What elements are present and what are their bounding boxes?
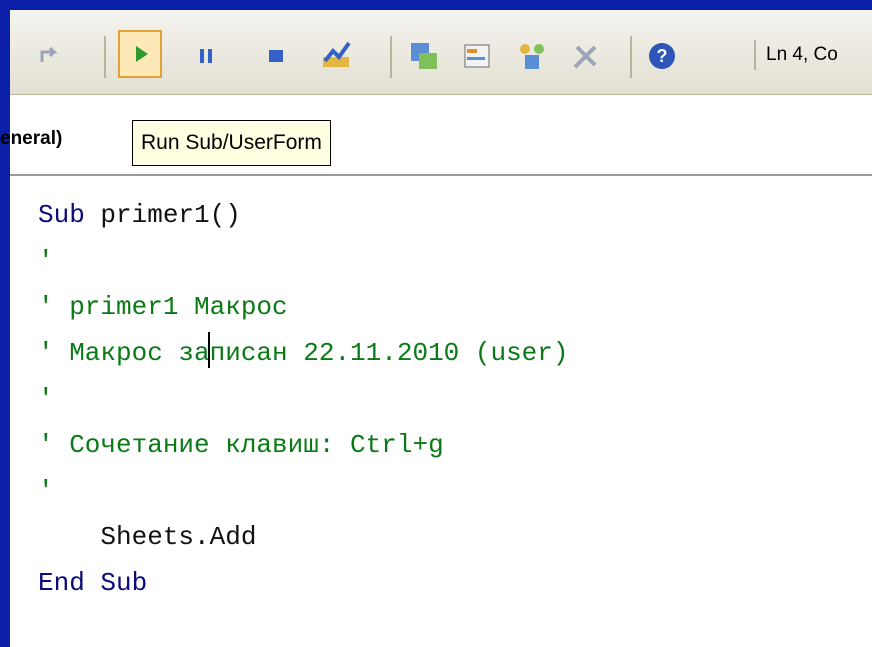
- code-line[interactable]: ' primer1 Макрос: [38, 284, 569, 330]
- comment-text: ' Сочетание клавиш: Ctrl+g: [38, 430, 444, 460]
- pause-icon: [200, 49, 212, 63]
- cursor-position-status: Ln 4, Co: [754, 40, 872, 70]
- toolbox-button[interactable]: [568, 38, 604, 74]
- svg-text:?: ?: [657, 46, 668, 66]
- code-line[interactable]: Sheets.Add: [38, 514, 569, 560]
- code-line[interactable]: ' Макрос записан 22.11.2010 (user): [38, 330, 569, 376]
- code-line[interactable]: ': [38, 238, 569, 284]
- comment-text: ': [38, 476, 54, 506]
- keyword-text: End Sub: [38, 568, 148, 598]
- comment-text: ': [38, 384, 54, 414]
- properties-icon: [464, 44, 490, 68]
- redo-button[interactable]: [32, 38, 68, 74]
- toolbar-separator: [630, 36, 632, 78]
- object-browser-icon: [520, 44, 544, 69]
- code-text: Sheets.Add: [38, 522, 257, 552]
- project-explorer-button[interactable]: [406, 38, 442, 74]
- reset-button[interactable]: [258, 38, 294, 74]
- title-bar: [10, 0, 872, 10]
- stop-icon: [269, 50, 283, 62]
- vba-editor-window: ? Ln 4, Co eneral) Run Sub/UserForm Sub …: [0, 0, 872, 647]
- text-caret: [208, 332, 210, 368]
- design-mode-button[interactable]: [318, 38, 354, 74]
- help-icon: ?: [649, 43, 675, 69]
- redo-icon: [40, 46, 58, 62]
- help-button[interactable]: ?: [644, 38, 680, 74]
- comment-text: ' primer1 Макрос: [38, 292, 288, 322]
- object-browser-button[interactable]: [514, 38, 550, 74]
- toolbox-icon: [573, 45, 597, 69]
- comment-text: ' Макрос записан 22.11.2010 (user): [38, 338, 569, 368]
- run-tooltip: Run Sub/UserForm: [132, 120, 331, 166]
- code-line[interactable]: ': [38, 376, 569, 422]
- code-line[interactable]: ' Сочетание клавиш: Ctrl+g: [38, 422, 569, 468]
- code-line[interactable]: End Sub: [38, 560, 569, 606]
- properties-window-button[interactable]: [460, 38, 496, 74]
- toolbar-separator: [104, 36, 106, 78]
- object-dropdown[interactable]: eneral): [0, 128, 62, 150]
- object-procedure-bar: eneral) Run Sub/UserForm: [0, 108, 872, 176]
- design-mode-icon: [323, 41, 351, 67]
- code-line[interactable]: ': [38, 468, 569, 514]
- break-button[interactable]: [188, 38, 224, 74]
- keyword-text: Sub: [38, 200, 85, 230]
- play-icon: [136, 46, 148, 62]
- run-button[interactable]: [118, 30, 162, 78]
- comment-text: ': [38, 246, 54, 276]
- code-pane[interactable]: Sub primer1() ' ' primer1 Макрос ' Макрос з…: [38, 192, 569, 606]
- standard-toolbar: ? Ln 4, Co: [10, 10, 872, 95]
- toolbar-separator: [390, 36, 392, 78]
- project-explorer-icon: [411, 43, 437, 69]
- code-text: primer1(): [84, 200, 241, 230]
- code-line[interactable]: Sub primer1(): [38, 192, 569, 238]
